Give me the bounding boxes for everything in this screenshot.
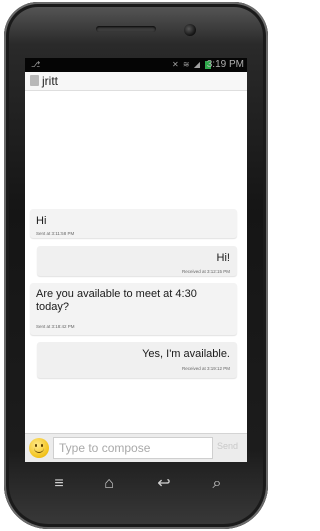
message-text: Hi! [216, 252, 230, 264]
home-icon[interactable]: ⌂ [99, 474, 119, 494]
send-button[interactable]: Send [217, 441, 238, 451]
message-timestamp: Sent at 3:18:42 PM [36, 324, 75, 329]
earpiece-speaker [96, 26, 156, 32]
back-icon[interactable]: ↩ [154, 474, 174, 494]
smiley-mouth [34, 447, 44, 453]
message-bubble-received[interactable]: Hi Sent at 3:11:58 PM [30, 209, 237, 238]
hardware-nav-bar: ≡ ⌂ ↩ ⌕ [25, 470, 247, 500]
message-timestamp: Received at 3:19:12 PM [181, 366, 230, 371]
phone-screen: ⎇ ✕ ≋ ◢ 3:19 PM jritt Hi Sent at 3:11:58… [25, 58, 247, 462]
message-bubble-received[interactable]: Are you available to meet at 4:30 today?… [30, 283, 237, 335]
status-bar: ⎇ ✕ ≋ ◢ 3:19 PM [25, 58, 247, 72]
signal-icon: ◢ [193, 60, 201, 69]
message-timestamp: Received at 3:12:15 PM [181, 269, 230, 274]
wifi-icon: ≋ [182, 60, 191, 69]
compose-input[interactable]: Type to compose [53, 437, 213, 459]
page-title: jritt [42, 74, 58, 88]
usb-icon: ⎇ [31, 60, 41, 69]
status-icons: ✕ ≋ ◢ [172, 60, 201, 69]
search-icon[interactable]: ⌕ [207, 474, 227, 494]
message-bubble-sent[interactable]: Hi! Received at 3:12:15 PM [37, 246, 237, 276]
message-text: Hi [36, 215, 47, 227]
message-bubble-sent[interactable]: Yes, I'm available. Received at 3:19:12 … [37, 342, 237, 378]
mute-icon: ✕ [171, 60, 180, 69]
message-list[interactable]: Hi Sent at 3:11:58 PM Hi! Received at 3:… [25, 91, 247, 433]
message-text: Yes, I'm available. [142, 348, 230, 360]
menu-icon[interactable]: ≡ [49, 474, 69, 494]
status-time: 3:19 PM [206, 59, 244, 70]
contact-icon [30, 75, 39, 86]
smiley-icon[interactable] [29, 438, 49, 458]
message-timestamp: Sent at 3:11:58 PM [36, 231, 75, 236]
conversation-header: jritt [25, 72, 247, 91]
front-camera [184, 24, 196, 36]
compose-bar: Type to compose Send [25, 433, 247, 462]
message-text: Are you available to meet at 4:30 today? [36, 288, 197, 313]
